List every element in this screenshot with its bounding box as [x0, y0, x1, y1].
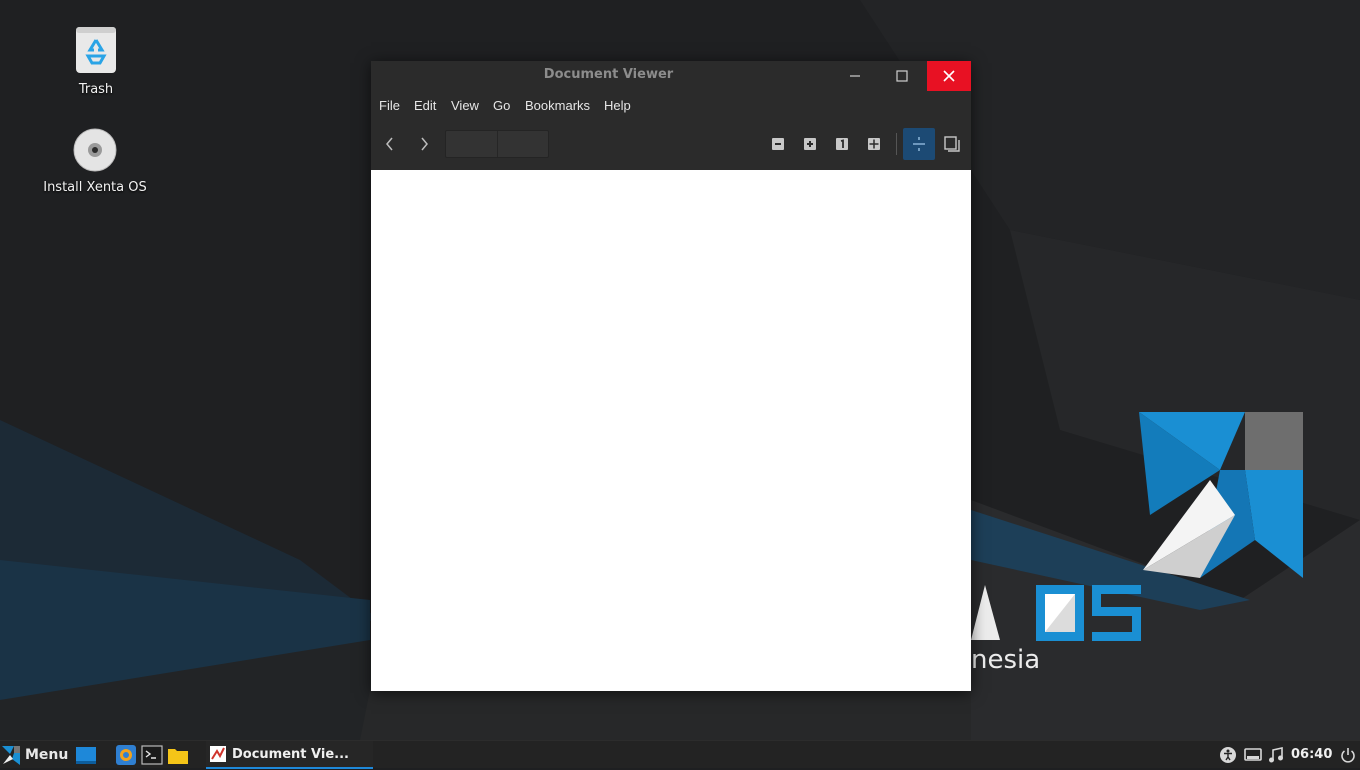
- one-to-one-icon: [836, 138, 848, 150]
- music-note-icon: [1269, 747, 1283, 763]
- document-viewer-icon: [210, 746, 226, 762]
- launcher-show-desktop[interactable]: [75, 744, 97, 766]
- maximize-button[interactable]: [880, 61, 924, 91]
- terminal-icon: [141, 745, 163, 765]
- xenta-logo-icon: [2, 746, 20, 765]
- launcher-files[interactable]: [167, 744, 189, 766]
- desktop-icon-trash[interactable]: Trash: [41, 26, 151, 97]
- clock[interactable]: 06:40: [1291, 741, 1332, 769]
- continuous-scroll-icon: [913, 137, 925, 151]
- fit-page-icon: [868, 138, 880, 150]
- toolbar: [371, 123, 971, 165]
- document-area[interactable]: [371, 170, 971, 691]
- trash-icon: [76, 27, 116, 73]
- browser-icon: [116, 745, 136, 765]
- desktop-icon-label: Trash: [78, 82, 114, 97]
- menu-file[interactable]: File: [379, 91, 400, 121]
- dual-page-icon: [944, 136, 960, 152]
- launcher-terminal[interactable]: [141, 744, 163, 766]
- menu-view[interactable]: View: [451, 91, 479, 121]
- show-desktop-icon: [76, 747, 96, 764]
- chevron-right-icon: [421, 137, 428, 151]
- menu-button[interactable]: Menu: [2, 741, 68, 769]
- document-viewer-window: Document Viewer File Edit View Go Bookma…: [371, 61, 971, 691]
- menu-help[interactable]: Help: [604, 91, 631, 121]
- tray-accessibility[interactable]: [1218, 745, 1238, 765]
- fit-page-button[interactable]: [859, 129, 889, 159]
- toolbar-separator: [896, 133, 897, 155]
- close-icon: [943, 70, 955, 82]
- folder-icon: [168, 749, 188, 764]
- menu-label: Menu: [25, 747, 69, 763]
- minimize-button[interactable]: [833, 61, 877, 91]
- tray-network[interactable]: [1243, 745, 1263, 765]
- tray-power[interactable]: [1338, 745, 1358, 765]
- title-bar[interactable]: Document Viewer: [371, 61, 971, 91]
- maximize-icon: [896, 70, 908, 82]
- dual-page-button[interactable]: [937, 129, 967, 159]
- menu-go[interactable]: Go: [493, 91, 510, 121]
- launcher-browser[interactable]: [115, 744, 137, 766]
- actual-size-button[interactable]: [827, 129, 857, 159]
- menu-edit[interactable]: Edit: [414, 91, 436, 121]
- chevron-left-icon: [386, 137, 393, 151]
- zoom-in-icon: [804, 138, 816, 150]
- page-number-entry[interactable]: [445, 130, 549, 158]
- menu-bar: File Edit View Go Bookmarks Help: [371, 91, 971, 121]
- close-button[interactable]: [927, 61, 971, 91]
- taskbar: Menu Document Vie... 06:40: [0, 740, 1360, 769]
- zoom-in-button[interactable]: [795, 129, 825, 159]
- taskbar-item-label: Document Vie...: [232, 746, 349, 762]
- page-entry-divider: [497, 131, 498, 157]
- desktop-icon-label: Install Xenta OS: [43, 180, 147, 195]
- minimize-icon: [850, 75, 860, 77]
- continuous-scroll-button[interactable]: [903, 128, 935, 160]
- wallpaper-subtitle: nesia: [971, 645, 1040, 675]
- network-icon: [1244, 748, 1262, 761]
- previous-page-button[interactable]: [375, 129, 405, 159]
- desktop-icon-install[interactable]: Install Xenta OS: [40, 128, 150, 195]
- window-title: Document Viewer: [543, 67, 674, 82]
- next-page-button[interactable]: [409, 129, 439, 159]
- accessibility-icon: [1220, 747, 1236, 763]
- zoom-out-icon: [772, 138, 784, 150]
- zoom-out-button[interactable]: [763, 129, 793, 159]
- menu-bookmarks[interactable]: Bookmarks: [525, 91, 590, 121]
- power-icon: [1341, 748, 1355, 763]
- disc-icon: [73, 128, 117, 172]
- taskbar-item-document-viewer[interactable]: Document Vie...: [206, 741, 373, 769]
- tray-sound[interactable]: [1266, 745, 1286, 765]
